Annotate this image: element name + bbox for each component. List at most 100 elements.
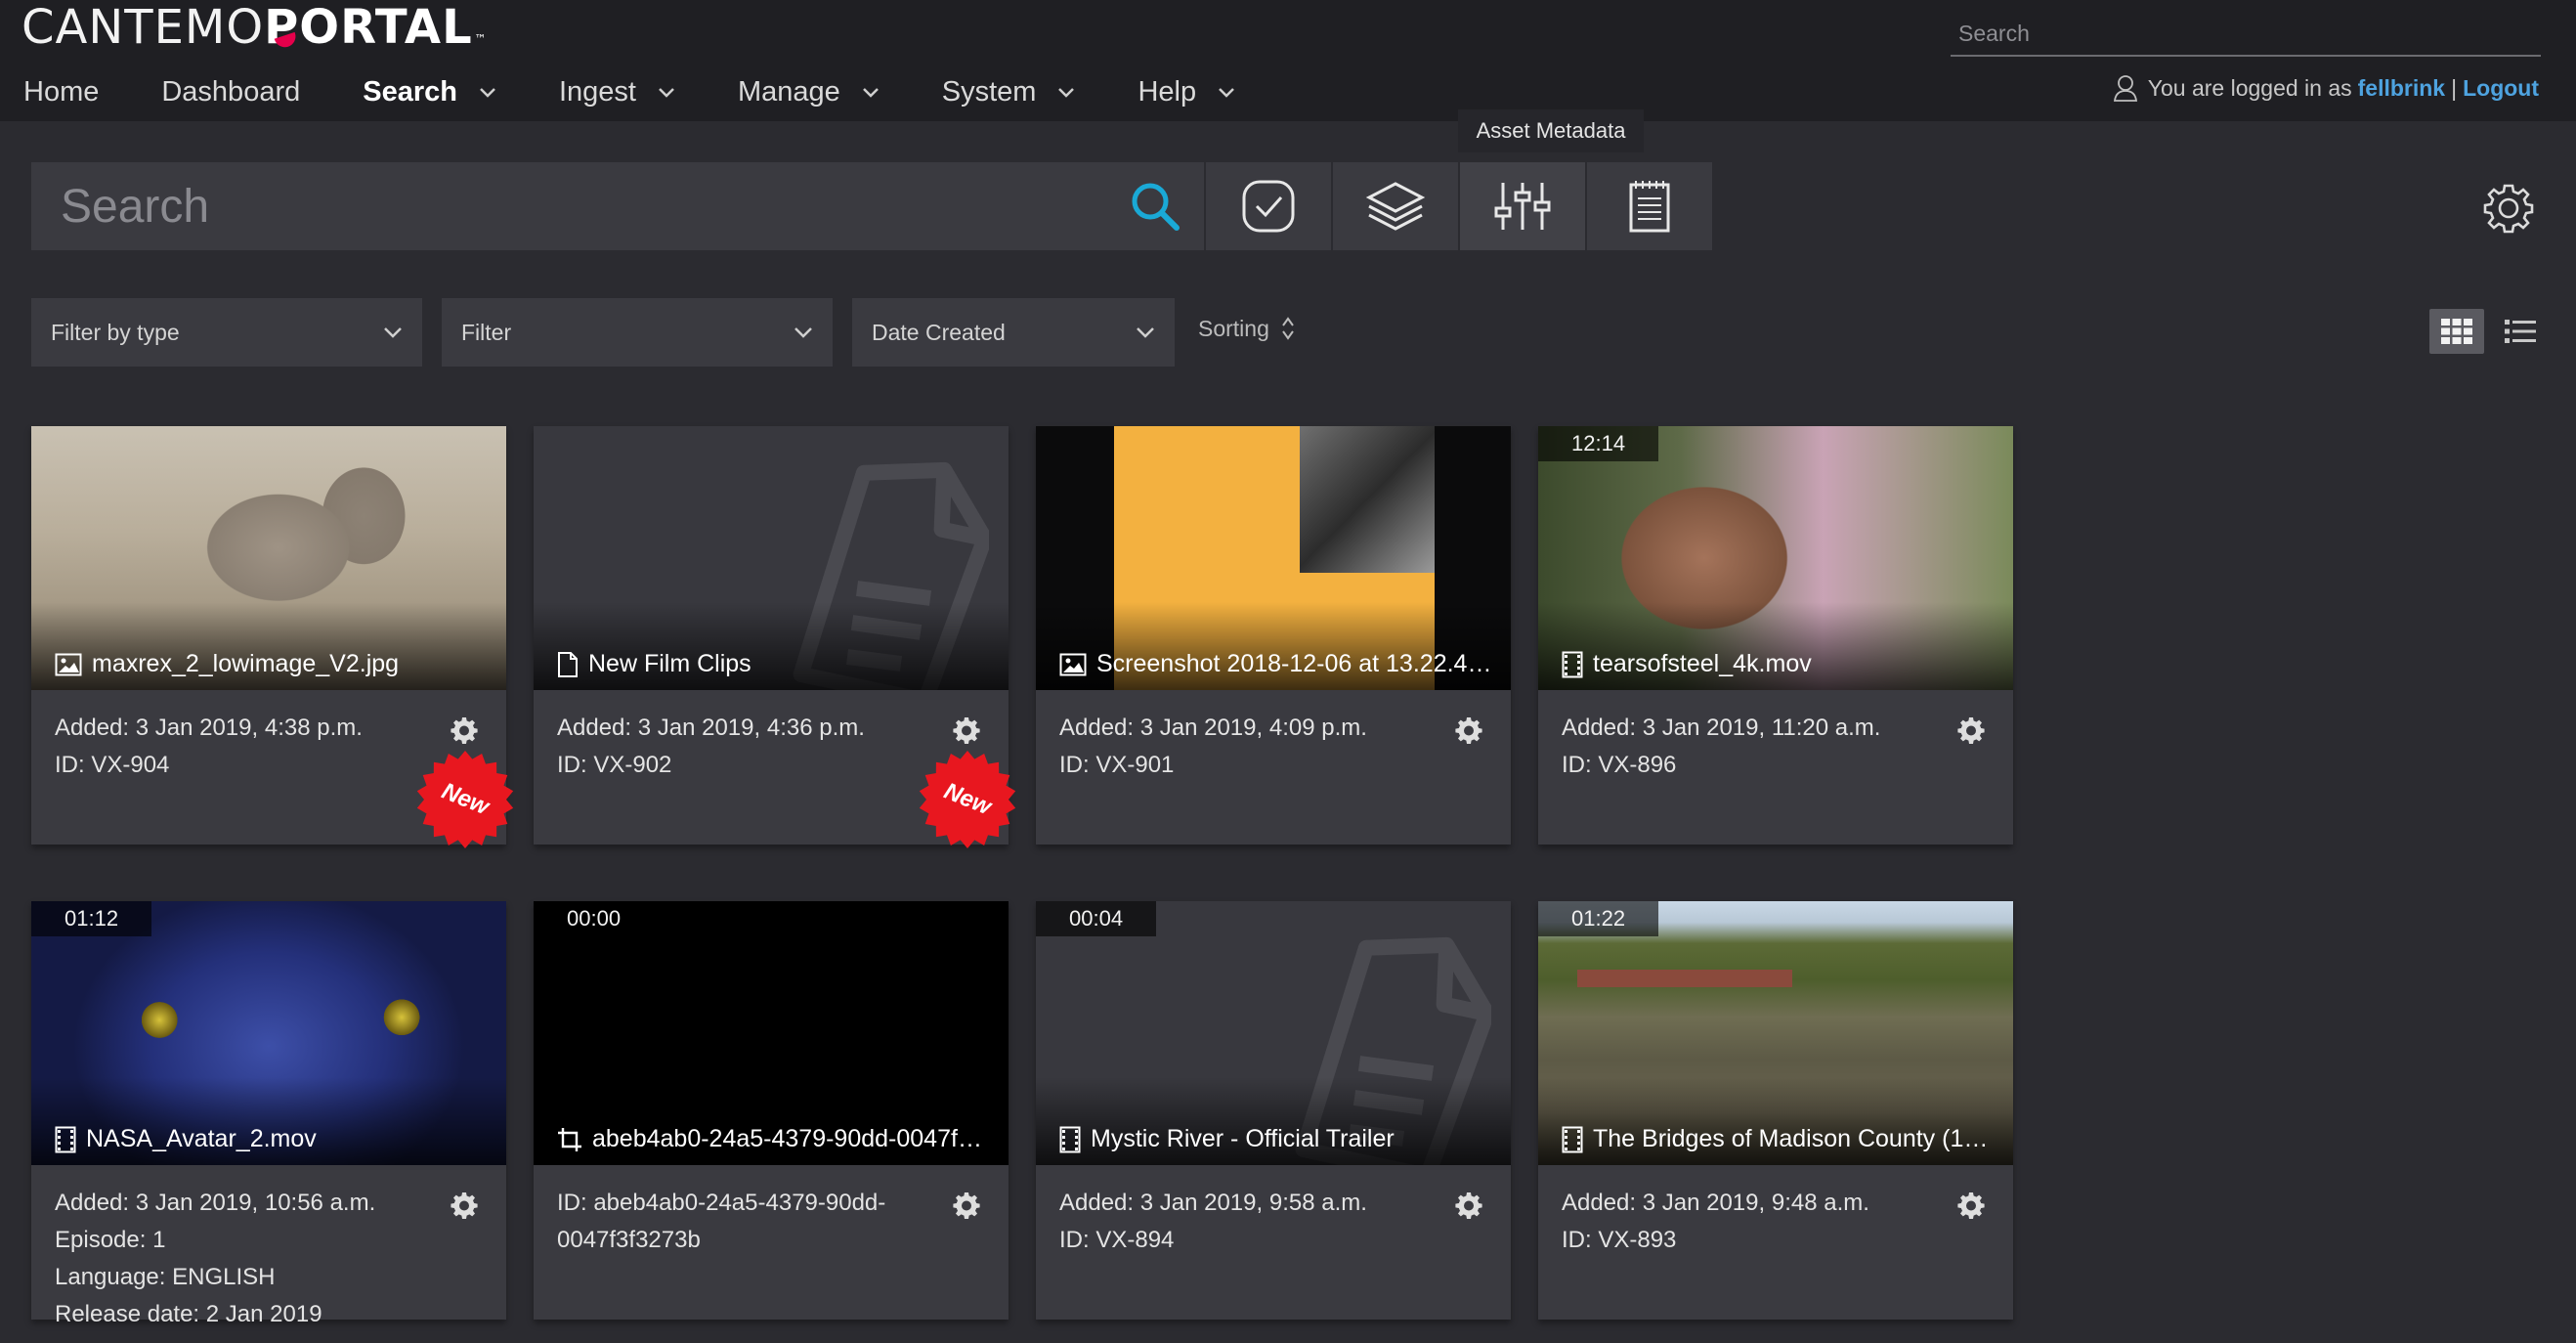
grid-view-button[interactable] — [2429, 309, 2484, 354]
nav-item-label: Ingest — [558, 75, 636, 108]
asset-thumbnail[interactable]: 00:04 Mystic River - Official Trailer — [1036, 901, 1511, 1165]
filter-by-type-select[interactable]: Filter by type — [31, 298, 422, 367]
asset-title[interactable]: NASA_Avatar_2.mov — [55, 1125, 493, 1153]
asset-meta-line: Added: 3 Jan 2019, 4:36 p.m. — [557, 715, 865, 741]
asset-meta-line: ID: VX-894 — [1059, 1227, 1175, 1253]
asset-meta-line: Language: ENGLISH — [55, 1264, 276, 1290]
gear-icon[interactable] — [1956, 1191, 1986, 1220]
asset-thumbnail[interactable]: New Film Clips — [534, 426, 1009, 690]
asset-meta-line: Added: 3 Jan 2019, 9:58 a.m. — [1059, 1190, 1367, 1216]
nav-item-label: Dashboard — [161, 75, 301, 108]
filter-label: Filter — [461, 319, 512, 345]
chevron-down-icon — [658, 87, 675, 98]
nav-item-system[interactable]: System — [942, 76, 1076, 108]
cantemo-portal-logo[interactable]: CANTEMO PORTAL ™ — [21, 0, 488, 55]
asset-card[interactable]: maxrex_2_lowimage_V2.jpg Added: 3 Jan 201… — [31, 426, 514, 848]
gear-icon[interactable] — [450, 1191, 479, 1220]
asset-title[interactable]: Mystic River - Official Trailer — [1059, 1125, 1497, 1153]
asset-card[interactable]: 00:04 Mystic River - Official Trailer Adde… — [1036, 901, 1511, 1320]
chevron-down-icon — [1137, 327, 1154, 338]
sort-arrows-icon — [1282, 317, 1294, 340]
film-icon — [1562, 651, 1583, 678]
chevron-down-icon — [1218, 87, 1235, 98]
main-search-bar — [31, 162, 1204, 250]
logo-trademark: ™ — [474, 32, 488, 46]
asset-card[interactable]: 12:14 tearsofsteel_4k.mov Added: 3 Jan 201… — [1538, 426, 2013, 845]
asset-thumbnail[interactable]: 00:00 abeb4ab0-24a5-4379-90dd-0047f3f... — [534, 901, 1009, 1165]
asset-title[interactable]: The Bridges of Madison County (199... — [1562, 1125, 1999, 1153]
collections-button[interactable] — [1331, 162, 1458, 250]
chevron-down-icon — [384, 327, 402, 338]
gear-icon[interactable] — [1454, 715, 1483, 745]
asset-card[interactable]: Screenshot 2018-12-06 at 13.22.48.p... Ad… — [1036, 426, 1511, 845]
asset-title-text: New Film Clips — [588, 650, 751, 677]
asset-meta: Added: 3 Jan 2019, 4:09 p.m. ID: VX-901 — [1036, 690, 1511, 784]
nav-item-search[interactable]: Search — [363, 76, 496, 108]
new-badge: New — [917, 749, 1018, 850]
asset-meta-line: Added: 3 Jan 2019, 11:20 a.m. — [1562, 715, 1881, 741]
nav-item-help[interactable]: Help — [1138, 76, 1235, 108]
asset-meta-line: Release date: 2 Jan 2019 — [55, 1301, 322, 1327]
asset-meta: Added: 3 Jan 2019, 9:58 a.m. ID: VX-894 — [1036, 1165, 1511, 1259]
asset-card[interactable]: 01:12 NASA_Avatar_2.mov Added: 3 Jan 2019,… — [31, 901, 506, 1327]
chevron-down-icon — [479, 87, 496, 98]
asset-title-text: tearsofsteel_4k.mov — [1593, 650, 1812, 677]
asset-thumbnail[interactable]: 01:22 The Bridges of Madison County (199.… — [1538, 901, 2013, 1165]
list-view-button[interactable] — [2498, 309, 2543, 354]
asset-card[interactable]: 01:22 The Bridges of Madison County (199.… — [1538, 901, 2013, 1320]
image-icon — [1059, 653, 1087, 676]
logout-link[interactable]: Logout — [2463, 75, 2539, 102]
asset-meta-line: Added: 3 Jan 2019, 9:48 a.m. — [1562, 1190, 1869, 1216]
user-info: You are logged in as fellbrink | Logout — [2113, 74, 2539, 102]
nav-item-ingest[interactable]: Ingest — [559, 76, 675, 108]
username-link[interactable]: fellbrink — [2358, 75, 2445, 102]
login-status-text: You are logged in as — [2147, 74, 2352, 101]
duration-badge: 00:04 — [1036, 901, 1157, 936]
image-icon — [55, 653, 82, 676]
list-icon — [2505, 320, 2536, 343]
asset-metadata-button[interactable] — [1458, 162, 1585, 250]
gear-icon[interactable] — [1956, 715, 1986, 745]
asset-card[interactable]: New Film Clips Added: 3 Jan 2019, 4:36 p.… — [534, 426, 1016, 848]
gear-icon[interactable] — [1454, 1191, 1483, 1220]
settings-button[interactable] — [2482, 182, 2535, 235]
document-icon — [557, 651, 579, 678]
notes-button[interactable] — [1585, 162, 1712, 250]
asset-meta: Added: 3 Jan 2019, 10:56 a.m. Episode: 1 L… — [31, 1165, 506, 1333]
search-icon[interactable] — [1106, 162, 1204, 250]
asset-thumbnail[interactable]: maxrex_2_lowimage_V2.jpg — [31, 426, 506, 690]
nav-item-manage[interactable]: Manage — [738, 76, 880, 108]
asset-title[interactable]: Screenshot 2018-12-06 at 13.22.48.p... — [1059, 650, 1497, 678]
asset-thumbnail[interactable]: Screenshot 2018-12-06 at 13.22.48.p... — [1036, 426, 1511, 690]
main-nav: Home Dashboard Search Ingest Manage System Hel… — [23, 68, 1298, 115]
asset-meta-line: Episode: 1 — [55, 1227, 166, 1253]
asset-thumbnail[interactable]: 01:12 NASA_Avatar_2.mov — [31, 901, 506, 1165]
main-search-input[interactable] — [31, 162, 1106, 250]
asset-title-text: NASA_Avatar_2.mov — [86, 1125, 317, 1152]
asset-title[interactable]: New Film Clips — [557, 650, 995, 678]
filter-type-label: Filter by type — [51, 319, 180, 345]
asset-meta-line: Added: 3 Jan 2019, 4:09 p.m. — [1059, 715, 1367, 741]
asset-title-text: The Bridges of Madison County (199... — [1593, 1125, 1999, 1152]
film-icon — [1059, 1126, 1081, 1153]
filter-select[interactable]: Filter — [442, 298, 833, 367]
grid-icon — [2441, 319, 2472, 344]
header-search-input[interactable] — [1951, 12, 2541, 57]
asset-card[interactable]: 00:00 abeb4ab0-24a5-4379-90dd-0047f3f... I… — [534, 901, 1009, 1320]
date-created-select[interactable]: Date Created — [852, 298, 1175, 367]
asset-title[interactable]: maxrex_2_lowimage_V2.jpg — [55, 650, 493, 678]
asset-meta-line: 0047f3f3273b — [557, 1227, 701, 1253]
nav-item-home[interactable]: Home — [23, 76, 99, 108]
sorting-toggle[interactable]: Sorting — [1198, 315, 1295, 342]
select-toggle-button[interactable] — [1204, 162, 1331, 250]
asset-title-text: Screenshot 2018-12-06 at 13.22.48.p... — [1096, 650, 1497, 677]
chevron-down-icon — [862, 87, 880, 98]
nav-item-dashboard[interactable]: Dashboard — [161, 76, 300, 108]
gear-icon[interactable] — [952, 1191, 981, 1220]
duration-badge: 00:00 — [534, 901, 655, 936]
asset-title[interactable]: abeb4ab0-24a5-4379-90dd-0047f3f... — [557, 1125, 995, 1153]
asset-title-text: maxrex_2_lowimage_V2.jpg — [92, 650, 400, 677]
asset-title[interactable]: tearsofsteel_4k.mov — [1562, 650, 1999, 678]
duration-badge: 12:14 — [1538, 426, 1659, 461]
asset-thumbnail[interactable]: 12:14 tearsofsteel_4k.mov — [1538, 426, 2013, 690]
